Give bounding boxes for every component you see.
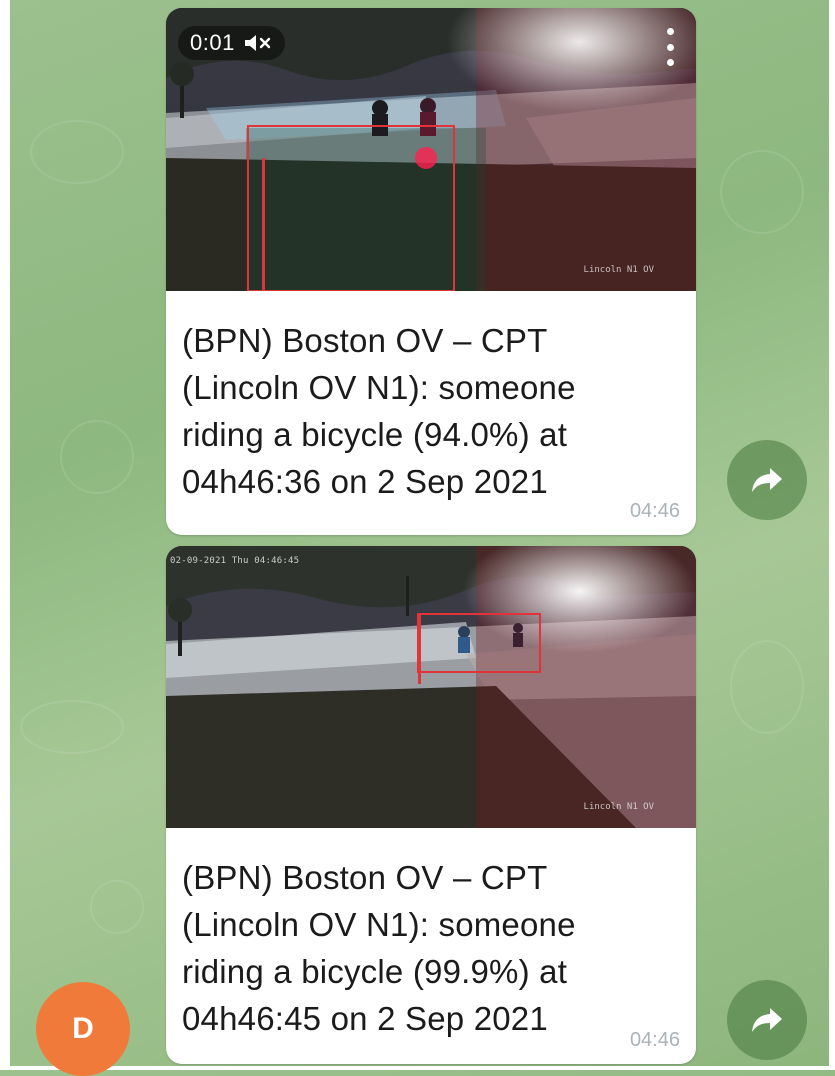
message-text: (BPN) Boston OV – CPT (Lincoln OV N1): s… xyxy=(166,828,696,1042)
caption-line: (BPN) Boston OV – CPT xyxy=(182,859,548,896)
message-bubble[interactable]: 02-09-2021 Thu 04:46:45 Lincoln N1 OV (B… xyxy=(166,546,696,1064)
frame-bottom xyxy=(0,1066,835,1070)
message-time: 04:46 xyxy=(629,1029,680,1051)
speaker-muted-icon[interactable] xyxy=(243,32,273,54)
share-arrow-icon xyxy=(752,468,782,492)
caption-line: riding a bicycle (99.9%) at xyxy=(182,953,568,990)
caption-line: riding a bicycle (94.0%) at xyxy=(182,416,568,453)
camera-label: Lincoln N1 OV xyxy=(583,802,654,812)
camera-label: Lincoln N1 OV xyxy=(583,265,654,275)
image-preview[interactable]: 02-09-2021 Thu 04:46:45 Lincoln N1 OV xyxy=(166,546,696,828)
frame-right xyxy=(829,0,835,1070)
kebab-menu-icon[interactable] xyxy=(666,28,674,66)
avatar-initial: D xyxy=(72,1012,94,1045)
avatar[interactable]: D xyxy=(36,982,130,1076)
share-arrow-icon xyxy=(752,1008,782,1032)
caption-line: (Lincoln OV N1): someone xyxy=(182,369,576,406)
share-button[interactable] xyxy=(727,440,807,520)
caption-line: (Lincoln OV N1): someone xyxy=(182,906,576,943)
caption-line: 04h46:36 on 2 Sep 2021 xyxy=(182,463,548,500)
share-button[interactable] xyxy=(727,980,807,1060)
video-duration: 0:01 xyxy=(190,30,235,55)
message-time: 04:46 xyxy=(629,500,680,522)
frame-left xyxy=(0,0,10,1070)
message-bubble[interactable]: 0:01 Lincoln N1 OV (BPN) Boston OV – CPT… xyxy=(166,8,696,535)
video-preview[interactable]: 0:01 Lincoln N1 OV xyxy=(166,8,696,291)
camera-frame-image xyxy=(166,546,696,828)
caption-line: (BPN) Boston OV – CPT xyxy=(182,322,548,359)
video-duration-badge: 0:01 xyxy=(178,26,285,60)
camera-timestamp: 02-09-2021 Thu 04:46:45 xyxy=(170,556,300,566)
caption-line: 04h46:45 on 2 Sep 2021 xyxy=(182,1000,548,1037)
message-text: (BPN) Boston OV – CPT (Lincoln OV N1): s… xyxy=(166,291,696,505)
